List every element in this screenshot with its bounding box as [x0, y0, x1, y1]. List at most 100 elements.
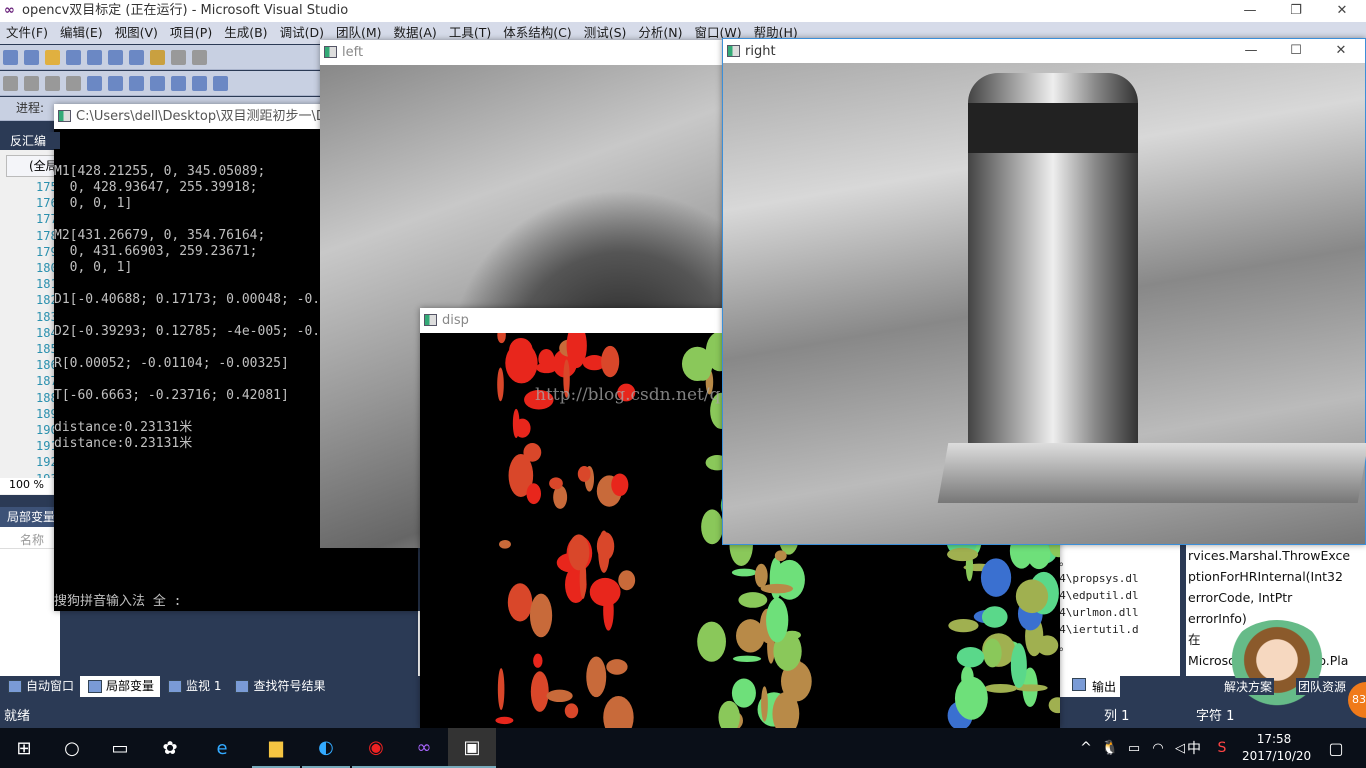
disparity-blob [618, 570, 636, 591]
close-button[interactable]: ✕ [1319, 0, 1365, 22]
save-icon[interactable] [66, 50, 81, 65]
bookmark-icon[interactable] [171, 76, 186, 91]
browser-icon[interactable]: ◐ [302, 728, 350, 768]
menu-edit[interactable]: 编辑(E) [54, 22, 109, 44]
disparity-blob [579, 558, 587, 599]
column-indicator: 列 1 [1104, 709, 1130, 724]
paste-icon[interactable] [150, 50, 165, 65]
start-button[interactable]: ⊞ [0, 728, 48, 768]
undo-icon[interactable] [171, 50, 186, 65]
indent-icon[interactable] [87, 76, 102, 91]
comment-icon[interactable] [129, 76, 144, 91]
pinwheel-app-icon[interactable]: ✿ [146, 728, 194, 768]
window-icon [324, 46, 337, 58]
disparity-blob [497, 367, 504, 402]
toolbar-icon[interactable] [45, 76, 60, 91]
maximize-button[interactable]: ☐ [1273, 39, 1319, 61]
open-icon[interactable] [45, 50, 60, 65]
disparity-blob [601, 345, 620, 378]
disparity-blob [530, 671, 549, 712]
minimize-button[interactable]: — [1228, 39, 1274, 61]
error-line: errorCode, IntPtr [1188, 590, 1293, 605]
toolbar-icon[interactable] [66, 76, 81, 91]
bookmark-prev-icon[interactable] [192, 76, 207, 91]
output-panel: (0x0)。 swow64\propsys.dl swow64\edputil.dl… [1060, 545, 1180, 676]
disparity-blob [497, 333, 506, 344]
search-button[interactable]: ○ [48, 728, 96, 768]
disparity-blob [526, 483, 542, 505]
disparity-blob [523, 443, 542, 462]
disparity-blob [980, 558, 1012, 597]
netease-music-icon[interactable]: ◉ [352, 728, 400, 768]
outdent-icon[interactable] [108, 76, 123, 91]
minimize-button[interactable]: — [1227, 0, 1273, 22]
redo-icon[interactable] [192, 50, 207, 65]
console-title: C:\Users\dell\Desktop\双目测距初步一\De [76, 109, 334, 124]
restore-button[interactable]: ❐ [1273, 0, 1319, 22]
menu-build[interactable]: 生成(B) [218, 22, 273, 44]
locals-icon [88, 680, 103, 693]
menu-file[interactable]: 文件(F) [0, 22, 54, 44]
disparity-blob [1036, 635, 1059, 656]
tab-solution-explorer[interactable]: 解决方案 [1222, 678, 1275, 695]
right-image-window[interactable]: right — ☐ ✕ [722, 38, 1366, 545]
action-center-icon[interactable]: ▢ [1312, 728, 1360, 768]
clock[interactable]: 17:58 2017/10/20 [1242, 731, 1312, 765]
disparity-blob [509, 337, 533, 363]
tab-output[interactable]: 输出 [1060, 676, 1120, 697]
new-project-icon[interactable] [3, 50, 18, 65]
find-symbol-icon [235, 680, 250, 693]
output-icon [1072, 678, 1086, 691]
tab-watch-1[interactable]: 监视 1 [160, 676, 227, 697]
zoom-level[interactable]: 100 % [0, 478, 60, 494]
menu-view[interactable]: 视图(V) [109, 22, 164, 44]
sogou-icon[interactable]: S [1198, 728, 1246, 768]
copy-icon[interactable] [129, 50, 144, 65]
file-explorer-icon[interactable]: ▆ [252, 728, 300, 768]
process-label: 进程: [16, 101, 45, 115]
right-title-bar[interactable]: right — ☐ ✕ [723, 39, 1365, 63]
disp-title: disp [442, 313, 469, 328]
bookmark-next-icon[interactable] [213, 76, 228, 91]
taskbar: ⊞ ○ ▭ ✿ e ▆ ◐ ◉ ∞ ▣ ^ 🐧 ▭ ◠ ◁ 中 S 17:58 2… [0, 728, 1366, 768]
clock-date: 2017/10/20 [1242, 749, 1312, 763]
disparity-blob [736, 619, 765, 653]
uncomment-icon[interactable] [150, 76, 165, 91]
column-header-name[interactable]: 名称 [0, 527, 60, 549]
tab-locals[interactable]: 局部变量 [80, 676, 161, 697]
disparity-blob [956, 646, 985, 668]
tab-find-symbol-results[interactable]: 查找符号结果 [227, 676, 331, 697]
task-view-button[interactable]: ▭ [96, 728, 144, 768]
disparity-blob [701, 509, 724, 545]
left-title-bar[interactable]: left [320, 40, 722, 65]
error-line: rvices.Marshal.ThrowExce [1188, 548, 1351, 563]
add-item-icon[interactable] [24, 50, 39, 65]
disparity-blob [731, 678, 756, 708]
toolbar-icon[interactable] [24, 76, 39, 91]
visual-studio-icon[interactable]: ∞ [400, 728, 448, 768]
disparity-blob [495, 716, 514, 725]
disparity-blob [981, 606, 1008, 628]
right-camera-image [723, 63, 1366, 544]
disparity-blob [603, 695, 634, 728]
tab-disassembly[interactable]: 反汇编 [10, 132, 60, 149]
cut-icon[interactable] [108, 50, 123, 65]
tab-label: 自动窗口 [26, 679, 75, 693]
disparity-blob [606, 659, 628, 675]
disparity-blob [983, 638, 1002, 668]
save-all-icon[interactable] [87, 50, 102, 65]
laptop [937, 443, 1366, 503]
close-button[interactable]: ✕ [1318, 39, 1364, 61]
toolbar-icon[interactable] [3, 76, 18, 91]
sogou-ime-mascot-icon[interactable] [1222, 620, 1332, 720]
disparity-blob [1015, 579, 1049, 614]
output-line: swow64\edputil.dl [1060, 589, 1139, 602]
disparity-blob [948, 618, 979, 633]
tab-autos[interactable]: 自动窗口 [0, 676, 80, 697]
tab-team-explorer[interactable]: 团队资源 [1296, 678, 1349, 695]
opencv-window-icon[interactable]: ▣ [448, 728, 496, 768]
edge-ie-icon[interactable]: e [198, 728, 246, 768]
disparity-blob [760, 583, 794, 594]
scope-dropdown[interactable]: (全局 [6, 155, 60, 177]
menu-project[interactable]: 项目(P) [164, 22, 218, 44]
